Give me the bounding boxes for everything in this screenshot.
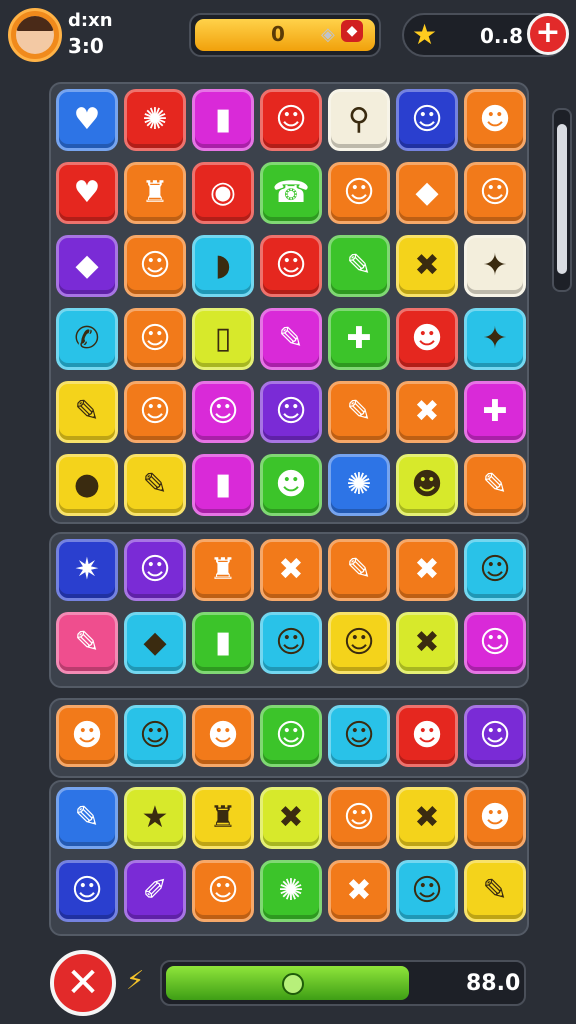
game-tile[interactable]: ✎ <box>328 381 390 443</box>
game-tile[interactable]: ☺ <box>328 705 390 767</box>
game-tile[interactable]: ✎ <box>260 308 322 370</box>
game-tile[interactable]: ☺ <box>124 235 186 297</box>
game-tile[interactable]: ✎ <box>328 539 390 601</box>
game-tile[interactable]: ◗ <box>192 235 254 297</box>
game-tile[interactable]: ☺ <box>328 612 390 674</box>
lightning-icon: ⚡ <box>126 966 145 996</box>
game-tile[interactable]: ◆ <box>56 235 118 297</box>
game-tile[interactable]: ◆ <box>396 162 458 224</box>
red-gem-icon: ◆ <box>341 20 363 42</box>
game-tile[interactable]: ♜ <box>192 539 254 601</box>
game-tile[interactable]: ✚ <box>328 308 390 370</box>
game-tile[interactable]: ◆ <box>124 612 186 674</box>
player-name: d:xn <box>68 10 113 31</box>
game-tile[interactable]: ☻ <box>464 89 526 151</box>
game-tile[interactable]: ☺ <box>124 308 186 370</box>
game-tile[interactable]: ☎ <box>260 162 322 224</box>
game-tile[interactable]: ★ <box>124 787 186 849</box>
game-tile[interactable]: ☺ <box>328 162 390 224</box>
game-tile[interactable]: ▮ <box>192 454 254 516</box>
game-tile[interactable]: ☺ <box>124 705 186 767</box>
game-tile[interactable]: ✚ <box>464 381 526 443</box>
game-tile[interactable]: ☺ <box>396 860 458 922</box>
game-tile[interactable]: ✎ <box>328 235 390 297</box>
game-tile[interactable]: ☻ <box>464 787 526 849</box>
coin-value: 0 <box>271 22 285 46</box>
game-tile[interactable]: ✖ <box>260 787 322 849</box>
coin-counter[interactable]: 0 ◈ ◆ <box>189 13 381 57</box>
game-tile[interactable]: ☺ <box>192 381 254 443</box>
game-tile[interactable]: ✦ <box>464 235 526 297</box>
game-tile[interactable]: ♥ <box>56 162 118 224</box>
game-tile[interactable]: ☻ <box>260 454 322 516</box>
game-tile[interactable]: ♜ <box>192 787 254 849</box>
avatar-face-icon <box>16 16 54 54</box>
game-tile[interactable]: ▯ <box>192 308 254 370</box>
progress-knob-icon <box>282 973 304 995</box>
game-tile[interactable]: ☺ <box>260 381 322 443</box>
game-tile[interactable]: ☺ <box>260 235 322 297</box>
scrollbar-thumb[interactable] <box>557 124 567 274</box>
game-tile[interactable]: ✷ <box>56 539 118 601</box>
game-tile[interactable]: ◉ <box>192 162 254 224</box>
game-tile[interactable]: ✺ <box>124 89 186 151</box>
game-tile[interactable]: ☻ <box>56 705 118 767</box>
game-tile[interactable]: ✐ <box>124 860 186 922</box>
game-tile[interactable]: ✖ <box>260 539 322 601</box>
game-tile[interactable]: ▮ <box>192 612 254 674</box>
energy-progress-bar: 88.0 <box>160 960 526 1006</box>
game-tile[interactable]: ☻ <box>396 308 458 370</box>
game-tile[interactable]: ✖ <box>396 787 458 849</box>
game-tile[interactable]: ✖ <box>328 860 390 922</box>
gem-icon: ◈ <box>321 24 335 45</box>
game-tile[interactable]: ✦ <box>464 308 526 370</box>
close-button[interactable]: ✕ <box>50 950 116 1016</box>
energy-progress-fill <box>166 966 409 1000</box>
game-tile[interactable]: ✎ <box>464 454 526 516</box>
game-tile[interactable]: ✎ <box>464 860 526 922</box>
game-tile[interactable]: ☻ <box>192 705 254 767</box>
game-tile[interactable]: ✖ <box>396 235 458 297</box>
game-tile[interactable]: ☻ <box>396 454 458 516</box>
scrollbar[interactable] <box>552 108 572 292</box>
game-tile[interactable]: ✎ <box>56 612 118 674</box>
game-tile[interactable]: ✎ <box>124 454 186 516</box>
top-bar: d:xn 3:0 0 ◈ ◆ ★ 0..8 + <box>0 0 576 72</box>
game-tile[interactable]: ☺ <box>464 539 526 601</box>
game-tile[interactable]: ☺ <box>260 705 322 767</box>
game-tile[interactable]: ☺ <box>124 539 186 601</box>
game-tile[interactable]: ☺ <box>260 89 322 151</box>
game-tile[interactable]: ☺ <box>124 381 186 443</box>
add-button[interactable]: + <box>527 13 569 55</box>
game-tile[interactable]: ✺ <box>260 860 322 922</box>
game-tile[interactable]: ☺ <box>192 860 254 922</box>
game-tile[interactable]: ☺ <box>56 860 118 922</box>
game-tile[interactable]: ☺ <box>464 705 526 767</box>
game-tile[interactable]: ✖ <box>396 612 458 674</box>
game-tile[interactable]: ⚲ <box>328 89 390 151</box>
game-tile[interactable]: ✎ <box>56 787 118 849</box>
game-tile[interactable]: ♥ <box>56 89 118 151</box>
game-tile[interactable]: ☺ <box>396 89 458 151</box>
player-avatar[interactable] <box>8 8 62 62</box>
game-tile[interactable]: ☺ <box>260 612 322 674</box>
game-tile[interactable]: ● <box>56 454 118 516</box>
game-tile[interactable]: ✺ <box>328 454 390 516</box>
game-tile[interactable]: ☺ <box>464 612 526 674</box>
game-tile[interactable]: ✎ <box>56 381 118 443</box>
star-icon: ★ <box>412 18 438 51</box>
game-tile[interactable]: ✖ <box>396 381 458 443</box>
game-tile[interactable]: ✖ <box>396 539 458 601</box>
game-tile[interactable]: ☺ <box>464 162 526 224</box>
progress-value: 88.0 <box>466 971 521 996</box>
game-tile[interactable]: ♜ <box>124 162 186 224</box>
player-score: 3:0 <box>68 34 104 58</box>
game-tile[interactable]: ☺ <box>328 787 390 849</box>
star-value: 0..8 <box>480 24 524 48</box>
game-tile[interactable]: ✆ <box>56 308 118 370</box>
game-tile[interactable]: ☻ <box>396 705 458 767</box>
game-tile[interactable]: ▮ <box>192 89 254 151</box>
